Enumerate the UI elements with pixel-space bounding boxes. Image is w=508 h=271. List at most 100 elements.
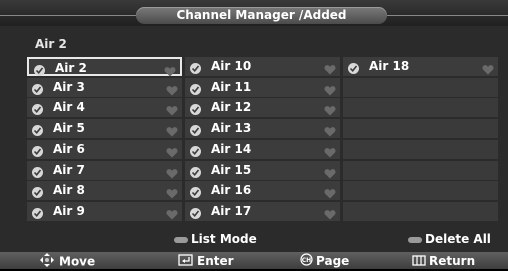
channel-item[interactable]: Air 5	[27, 119, 182, 138]
channel-slot-empty	[343, 98, 498, 117]
channel-item[interactable]: Air 16	[185, 181, 340, 200]
check-icon	[32, 80, 43, 95]
channel-label: Air 5	[53, 121, 85, 135]
channel-item[interactable]: Air 4	[27, 98, 182, 117]
move-icon	[38, 253, 56, 271]
heart-icon	[166, 101, 178, 116]
heart-icon	[324, 164, 336, 179]
check-icon	[32, 183, 43, 198]
footer-return-label: Return	[429, 254, 476, 268]
channel-item[interactable]: Air 18	[343, 57, 498, 76]
channel-item[interactable]: Air 12	[185, 98, 340, 117]
footer-return[interactable]: Return	[412, 253, 475, 270]
title-divider-left	[0, 15, 136, 16]
channel-label: Air 13	[211, 121, 252, 135]
heart-icon	[324, 101, 336, 116]
list-mode-button[interactable]: List Mode	[174, 232, 257, 246]
channel-slot-empty	[343, 202, 498, 221]
heart-icon	[324, 205, 336, 220]
channel-slot-empty	[343, 140, 498, 159]
channel-label: Air 3	[53, 80, 85, 94]
page-icon: CH	[300, 253, 313, 270]
channel-item[interactable]: Air 9	[27, 202, 182, 221]
footer-move-label: Move	[59, 254, 96, 269]
list-mode-label: List Mode	[191, 232, 257, 246]
channel-label: Air 10	[211, 59, 252, 73]
channel-label: Air 11	[211, 80, 252, 94]
channel-label: Air 17	[211, 204, 252, 218]
check-icon	[190, 142, 201, 157]
channel-label: Air 4	[53, 100, 85, 114]
check-icon	[190, 163, 201, 178]
check-icon	[348, 59, 359, 74]
channel-item[interactable]: Air 2	[27, 57, 182, 77]
heart-icon	[324, 81, 336, 96]
footer-enter-label: Enter	[197, 254, 234, 268]
footer-bar: Move Enter CH Page Return	[0, 252, 508, 269]
channel-slot-empty	[343, 78, 498, 97]
list-mode-icon	[174, 236, 188, 243]
check-icon	[190, 80, 201, 95]
channel-item[interactable]: Air 13	[185, 119, 340, 138]
channel-label: Air 9	[53, 204, 85, 218]
title-divider-right	[387, 15, 508, 16]
check-icon	[32, 142, 43, 157]
channel-label: Air 16	[211, 183, 252, 197]
heart-icon	[482, 60, 494, 75]
mode-row: List Mode Delete All	[0, 230, 508, 248]
check-icon	[190, 59, 201, 74]
check-icon	[190, 121, 201, 136]
enter-icon	[178, 253, 194, 270]
footer-page[interactable]: CH Page	[300, 253, 349, 270]
channel-item[interactable]: Air 11	[185, 78, 340, 97]
channel-item[interactable]: Air 17	[185, 202, 340, 221]
channel-item[interactable]: Air 7	[27, 161, 182, 180]
channel-label: Air 12	[211, 100, 252, 114]
check-icon	[190, 183, 201, 198]
channel-label: Air 7	[53, 163, 85, 177]
check-icon	[32, 163, 43, 178]
channel-label: Air 18	[369, 59, 410, 73]
channel-slot-empty	[343, 181, 498, 200]
heart-icon	[164, 62, 176, 77]
check-icon	[190, 100, 201, 115]
delete-all-button[interactable]: Delete All	[408, 232, 491, 246]
channel-label: Air 6	[53, 142, 85, 156]
channel-item[interactable]: Air 14	[185, 140, 340, 159]
page-title: Channel Manager /Added	[136, 7, 387, 24]
check-icon	[32, 100, 43, 115]
current-channel-label: Air 2	[35, 37, 67, 51]
footer-enter[interactable]: Enter	[178, 253, 234, 270]
title-bar: Channel Manager /Added	[0, 0, 508, 26]
channel-label: Air 8	[53, 183, 85, 197]
return-icon	[412, 254, 426, 270]
heart-icon	[166, 205, 178, 220]
check-icon	[32, 204, 43, 219]
heart-icon	[166, 143, 178, 158]
delete-all-icon	[408, 236, 422, 243]
check-icon	[190, 204, 201, 219]
heart-icon	[324, 184, 336, 199]
footer-page-label: Page	[316, 254, 350, 268]
footer-move[interactable]: Move	[38, 253, 95, 271]
heart-icon	[166, 81, 178, 96]
channel-label: Air 15	[211, 163, 252, 177]
heart-icon	[324, 122, 336, 137]
check-icon	[34, 61, 45, 76]
check-icon	[32, 121, 43, 136]
heart-icon	[166, 122, 178, 137]
delete-all-label: Delete All	[425, 232, 491, 246]
channel-slot-empty	[343, 119, 498, 138]
svg-text:CH: CH	[302, 257, 311, 264]
channel-item[interactable]: Air 6	[27, 140, 182, 159]
heart-icon	[324, 60, 336, 75]
channel-item[interactable]: Air 3	[27, 78, 182, 97]
channel-item[interactable]: Air 15	[185, 161, 340, 180]
channel-manager-screen: Channel Manager /Added Air 2 Air 2 Air 3 A…	[0, 0, 508, 269]
heart-icon	[324, 143, 336, 158]
channel-label: Air 2	[55, 61, 87, 75]
channel-item[interactable]: Air 10	[185, 57, 340, 76]
channel-item[interactable]: Air 8	[27, 181, 182, 200]
channel-slot-empty	[343, 161, 498, 180]
channel-label: Air 14	[211, 142, 252, 156]
